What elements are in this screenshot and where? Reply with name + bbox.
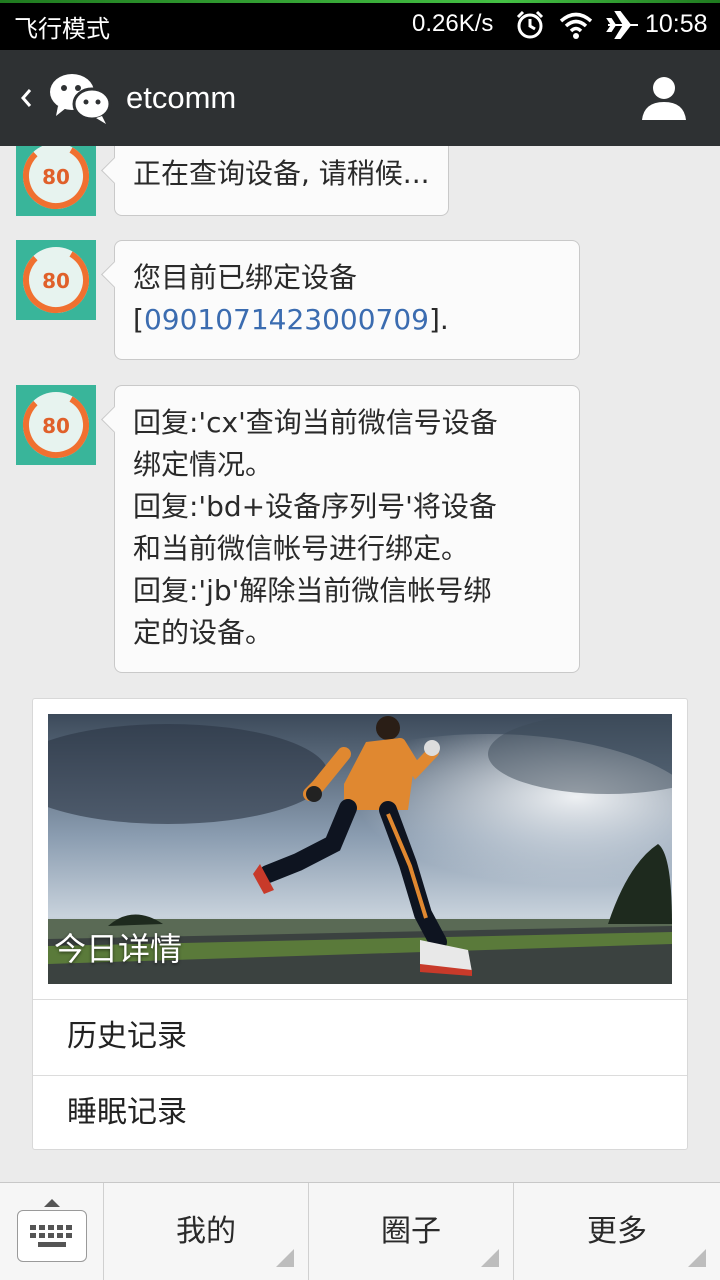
menu-more[interactable]: 更多 <box>514 1183 720 1280</box>
bottom-menu: 我的 圈子 更多 <box>0 1182 720 1280</box>
menu-circle-label: 圈子 <box>381 1214 441 1249</box>
device-id-line: [0901071423000709]. <box>133 303 449 336</box>
keyboard-toggle-button[interactable] <box>0 1183 104 1280</box>
avatar[interactable]: 80 <box>16 240 96 320</box>
message-text: 正在查询设备, 请稍候... <box>133 157 430 190</box>
menu-my[interactable]: 我的 <box>104 1183 309 1280</box>
message-bubble: 回复:'cx'查询当前微信号设备 绑定情况。 回复:'bd+设备序列号'将设备 … <box>114 385 580 673</box>
title-bar: etcomm <box>0 50 720 146</box>
device-id-link[interactable]: 0901071423000709 <box>144 303 429 336</box>
message-text: 和当前微信帐号进行绑定。 <box>133 532 470 565</box>
avatar[interactable]: 80 <box>16 385 96 465</box>
status-progress-line <box>0 0 720 3</box>
svg-text:80: 80 <box>42 269 70 293</box>
menu-more-label: 更多 <box>587 1214 647 1249</box>
airplane-icon <box>606 10 640 44</box>
svg-text:80: 80 <box>42 414 70 438</box>
history-record-item[interactable]: 历史记录 <box>33 999 687 1073</box>
submenu-indicator-icon <box>688 1249 706 1267</box>
message-text: 绑定情况。 <box>133 448 274 481</box>
wifi-icon <box>558 10 594 44</box>
sleep-record-item[interactable]: 睡眠记录 <box>33 1075 687 1149</box>
avatar[interactable]: 80 <box>16 146 96 216</box>
status-bar: 飞行模式 0.26K/s 10:58 <box>0 0 720 50</box>
submenu-indicator-icon <box>481 1249 499 1267</box>
menu-circle[interactable]: 圈子 <box>309 1183 514 1280</box>
network-speed: 0.26K/s <box>412 10 494 37</box>
chat-title: etcomm <box>126 80 237 115</box>
keyboard-icon <box>17 1210 87 1262</box>
message-text: 您目前已绑定设备 <box>133 261 358 294</box>
chevron-left-icon[interactable] <box>14 78 40 118</box>
caret-up-icon <box>44 1199 60 1207</box>
message-text: 回复:'jb'解除当前微信帐号绑 <box>133 574 492 607</box>
message-text: 回复:'bd+设备序列号'将设备 <box>133 490 497 523</box>
airplane-mode-label: 飞行模式 <box>14 15 110 43</box>
hero-caption: 今日详情 <box>54 930 183 968</box>
submenu-indicator-icon <box>276 1249 294 1267</box>
today-details-link[interactable]: 今日详情 <box>48 714 672 984</box>
message-bubble: 您目前已绑定设备 [0901071423000709]. <box>114 240 580 360</box>
clock: 10:58 <box>645 10 708 38</box>
avatar-score: 80 <box>42 165 70 189</box>
article-card: 今日详情 历史记录 睡眠记录 <box>32 698 688 1150</box>
message-text: 回复:'cx'查询当前微信号设备 <box>133 406 498 439</box>
person-icon[interactable] <box>640 74 688 126</box>
alarm-icon <box>514 10 546 44</box>
wechat-logo-icon <box>48 70 112 130</box>
chat-area[interactable]: 80 正在查询设备, 请稍候... 80 您目前已绑定设备 [090107142… <box>0 146 720 1182</box>
message-text: 定的设备。 <box>133 616 274 649</box>
message-bubble: 正在查询设备, 请稍候... <box>114 146 449 216</box>
menu-my-label: 我的 <box>176 1214 236 1249</box>
